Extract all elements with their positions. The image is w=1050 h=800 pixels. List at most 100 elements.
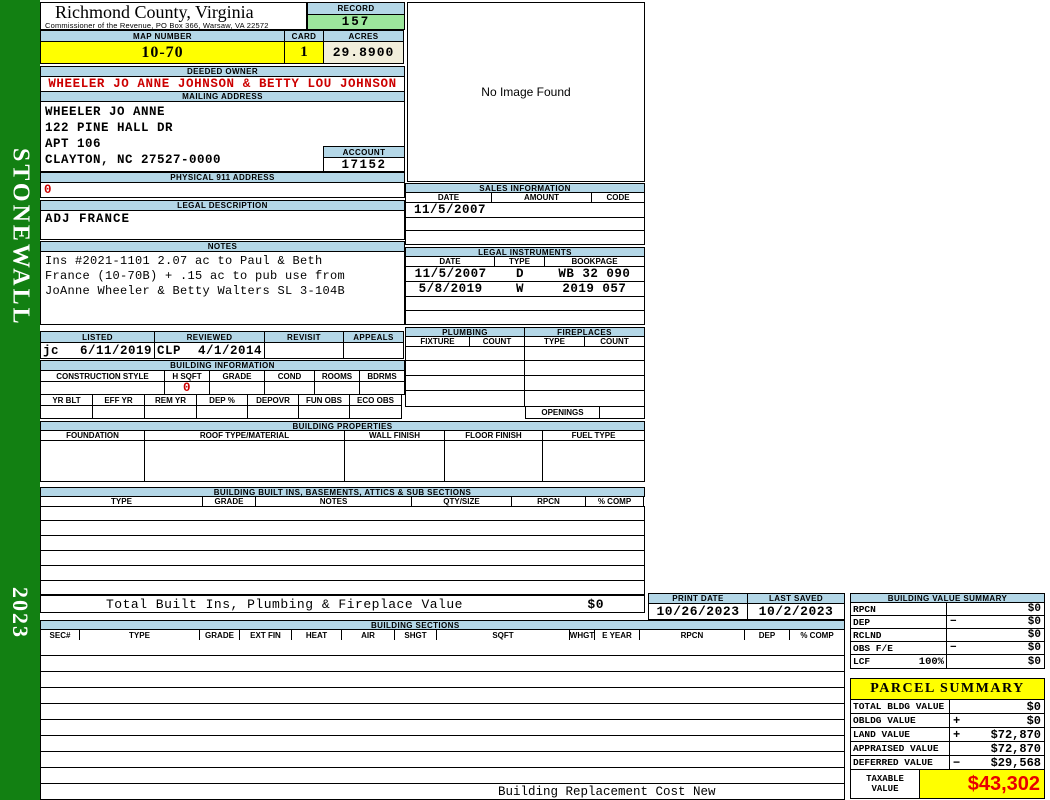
instrument-2-date: 5/8/2019 [406, 282, 495, 296]
instrument-1-bookpage: WB 32 090 [545, 267, 644, 281]
plumbing-cell[interactable] [405, 390, 525, 407]
plumbing-cell[interactable] [405, 346, 525, 361]
instrument-2-type: W [495, 282, 545, 296]
appeals-value[interactable] [343, 342, 404, 359]
mailing-line-2: 122 PINE HALL DR [45, 120, 400, 136]
physical-911-value[interactable]: 0 [40, 182, 405, 198]
land-value-label: LAND VALUE [850, 727, 950, 742]
instrument-row-3[interactable] [405, 296, 645, 311]
district-name-vertical: STONEWALL [0, 145, 40, 330]
sales-row-1[interactable]: 11/5/2007 [405, 202, 645, 218]
plumbing-row [405, 375, 645, 391]
print-date-value: 10/26/2023 [648, 603, 748, 620]
openings-value[interactable] [599, 406, 645, 419]
empty-row[interactable] [40, 551, 645, 566]
replacement-cost-note: Building Replacement Cost New [41, 785, 716, 799]
empty-row[interactable] [40, 640, 845, 656]
fireplace-cell[interactable] [524, 346, 645, 361]
hsqft-value[interactable]: 0 [164, 381, 210, 395]
construction-style-value[interactable] [40, 381, 165, 395]
map-number-value[interactable]: 10-70 [40, 41, 285, 64]
roof-type-value[interactable] [144, 440, 345, 482]
notes-line-2: France (10-70B) + .15 ac to pub use from [45, 269, 400, 284]
plumbing-cell[interactable] [405, 375, 525, 391]
empty-row[interactable] [40, 752, 845, 768]
instrument-row-2[interactable]: 5/8/2019 W 2019 057 [405, 281, 645, 297]
parcel-row-land: LAND VALUE + $72,870 [850, 727, 1045, 742]
bvs-lcf-label: LCF [853, 656, 870, 667]
empty-row[interactable] [40, 506, 645, 521]
instrument-1-type: D [495, 267, 545, 281]
listed-by: jc [43, 344, 59, 358]
empty-row[interactable] [40, 521, 645, 536]
empty-row[interactable] [40, 704, 845, 720]
instrument-row-1[interactable]: 11/5/2007 D WB 32 090 [405, 266, 645, 282]
deferred-value-label: DEFERRED VALUE [850, 755, 950, 770]
revisit-value[interactable] [264, 342, 344, 359]
wall-finish-value[interactable] [344, 440, 445, 482]
deeded-owner-value[interactable]: WHEELER JO ANNE JOHNSON & BETTY LOU JOHN… [40, 76, 405, 92]
rooms-value[interactable] [314, 381, 360, 395]
record-value[interactable]: 157 [307, 14, 405, 30]
floor-finish-value[interactable] [444, 440, 543, 482]
empty-row[interactable] [40, 672, 845, 688]
fuel-type-value[interactable] [542, 440, 645, 482]
legal-description-value[interactable]: ADJ FRANCE [40, 210, 405, 240]
review-value-row: jc 6/11/2019 CLP 4/1/2014 [40, 342, 405, 359]
bdrms-value[interactable] [359, 381, 405, 395]
building-properties-value-row [40, 440, 645, 482]
parcel-summary-title: PARCEL SUMMARY [850, 678, 1045, 700]
listed-value[interactable]: jc 6/11/2019 [40, 342, 155, 359]
parcel-row-taxable: TAXABLE VALUE $43,302 [850, 769, 1045, 799]
bvs-rclnd-label: RCLND [853, 630, 882, 641]
acres-value[interactable]: 29.8900 [323, 41, 404, 64]
county-header-box: Richmond County, Virginia Commissioner o… [40, 2, 307, 30]
fireplace-cell[interactable] [524, 390, 645, 407]
grade-value[interactable] [209, 381, 265, 395]
mailing-line-1: WHEELER JO ANNE [45, 104, 400, 120]
fireplace-cell[interactable] [524, 375, 645, 391]
foundation-value[interactable] [40, 440, 145, 482]
tax-year-vertical: 2023 [0, 578, 40, 648]
account-value[interactable]: 17152 [323, 157, 405, 172]
empty-row[interactable] [40, 768, 845, 784]
funobs-value[interactable] [298, 405, 350, 419]
ecoobs-value[interactable] [349, 405, 402, 419]
plumbing-row [405, 390, 645, 407]
notes-block[interactable]: Ins #2021-1101 2.07 ac to Paul & Beth Fr… [40, 251, 405, 325]
reviewed-value[interactable]: CLP 4/1/2014 [154, 342, 265, 359]
empty-row[interactable] [40, 536, 645, 551]
bvs-row-dep: DEP − $0 [850, 615, 1045, 629]
cond-value[interactable] [264, 381, 315, 395]
plumbing-cell[interactable] [405, 360, 525, 376]
map-card-acres-value-row: 10-70 1 29.8900 [40, 41, 405, 64]
yrblt-value[interactable] [40, 405, 93, 419]
parcel-row-deferred: DEFERRED VALUE − $29,568 [850, 755, 1045, 770]
built-ins-empty-rows [40, 506, 645, 595]
sales-row-3[interactable] [405, 230, 645, 245]
depovr-value[interactable] [247, 405, 299, 419]
notes-line-1: Ins #2021-1101 2.07 ac to Paul & Beth [45, 254, 400, 269]
empty-row[interactable] [40, 688, 845, 704]
empty-row[interactable] [40, 581, 645, 595]
bvs-row-rpcn: RPCN $0 [850, 602, 1045, 616]
empty-row[interactable] [40, 720, 845, 736]
bvs-row-lcf: LCF 100% $0 [850, 654, 1045, 669]
building-value-summary-table: RPCN $0 DEP − $0 RCLND $0 OBS F/E [850, 603, 1045, 669]
effyr-value[interactable] [92, 405, 145, 419]
instrument-2-bookpage: 2019 057 [545, 282, 644, 296]
land-value: $72,870 [991, 728, 1041, 742]
taxable-value-label: TAXABLE VALUE [850, 769, 920, 799]
empty-row[interactable] [40, 566, 645, 581]
empty-row[interactable] [40, 736, 845, 752]
deppct-value[interactable] [196, 405, 248, 419]
empty-row[interactable] [40, 656, 845, 672]
built-ins-total-label: Total Built Ins, Plumbing & Fireplace Va… [41, 597, 463, 612]
fireplace-cell[interactable] [524, 360, 645, 376]
sales-row-2[interactable] [405, 217, 645, 231]
built-ins-total-value: $0 [587, 597, 604, 612]
remyr-value[interactable] [144, 405, 197, 419]
instrument-row-4[interactable] [405, 310, 645, 325]
card-value[interactable]: 1 [284, 41, 324, 64]
appraised-value-label: APPRAISED VALUE [850, 741, 950, 756]
